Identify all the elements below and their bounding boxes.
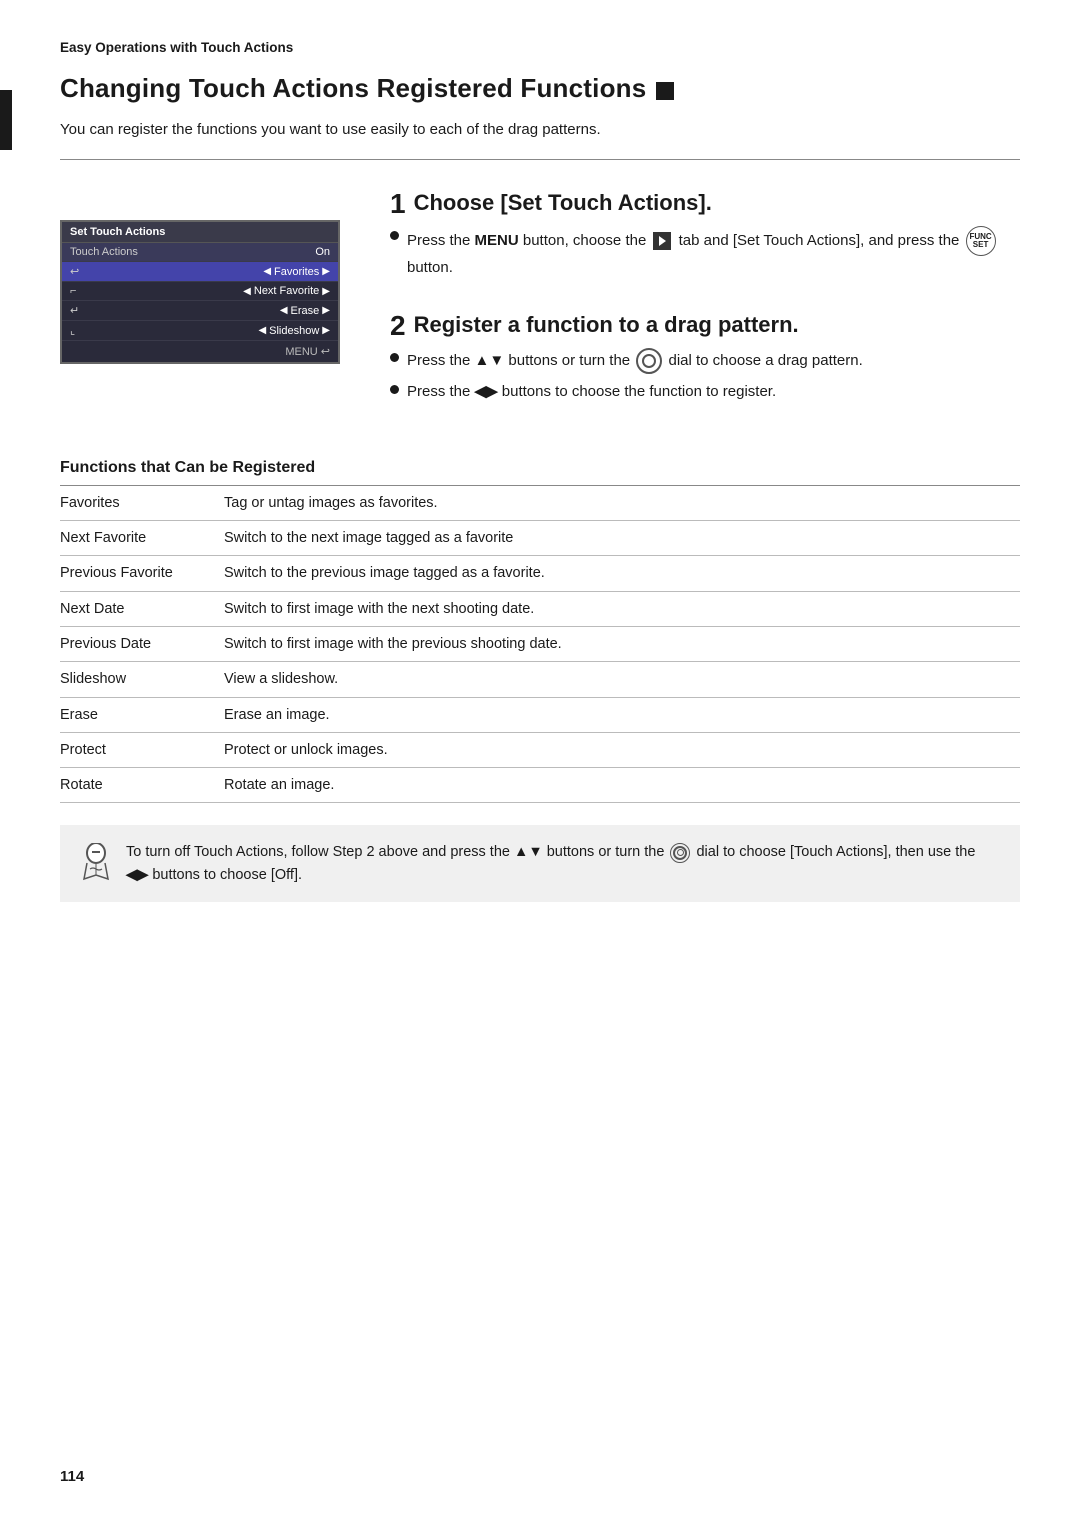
function-name: Next Date bbox=[60, 591, 220, 626]
screen-header-left: Touch Actions bbox=[70, 246, 315, 258]
table-row: SlideshowView a slideshow. bbox=[60, 662, 1020, 697]
function-description: Protect or unlock images. bbox=[220, 732, 1020, 767]
function-description: View a slideshow. bbox=[220, 662, 1020, 697]
title-square-icon bbox=[656, 82, 674, 100]
screen-row-2-icon: ↵ bbox=[70, 304, 280, 317]
step-1-block: 1 Choose [Set Touch Actions]. Press the … bbox=[390, 190, 1020, 279]
screen-row-1-icon: ⌐ bbox=[70, 285, 243, 297]
screen-row-2-value: ◀ Erase ▶ bbox=[280, 305, 330, 317]
functions-section: Functions that Can be Registered Favorit… bbox=[60, 459, 1020, 804]
step-2-number: 2 bbox=[390, 312, 406, 340]
screen-row-0-value: ◀ Favorites ▶ bbox=[263, 266, 330, 278]
step-2-header: 2 Register a function to a drag pattern. bbox=[390, 312, 1020, 340]
note-pencil-icon bbox=[80, 843, 112, 881]
page-number: 114 bbox=[60, 1468, 84, 1485]
camera-screen: Set Touch Actions Touch Actions On ↩ ◀ F… bbox=[60, 220, 340, 364]
functions-title: Functions that Can be Registered bbox=[60, 459, 1020, 477]
two-col-section: Set Touch Actions Touch Actions On ↩ ◀ F… bbox=[60, 160, 1020, 435]
function-description: Switch to the previous image tagged as a… bbox=[220, 556, 1020, 591]
note-dial-icon bbox=[670, 843, 690, 863]
table-row: Next FavoriteSwitch to the next image ta… bbox=[60, 521, 1020, 556]
screen-row-1: ⌐ ◀ Next Favorite ▶ bbox=[62, 282, 338, 301]
screen-bottom: MENU ↩ bbox=[62, 341, 338, 362]
function-description: Tag or untag images as favorites. bbox=[220, 485, 1020, 520]
step-1-bullet-1: Press the MENU button, choose the tab an… bbox=[390, 226, 1020, 279]
step-2-bullet-2: Press the ◀▶ buttons to choose the funct… bbox=[390, 380, 1020, 403]
table-row: EraseErase an image. bbox=[60, 697, 1020, 732]
step-1-body: Press the MENU button, choose the tab an… bbox=[390, 226, 1020, 279]
screen-row-0-icon: ↩ bbox=[70, 265, 263, 278]
intro-text: You can register the functions you want … bbox=[60, 118, 1020, 141]
function-description: Rotate an image. bbox=[220, 768, 1020, 803]
step-2-body: Press the ▲▼ buttons or turn the dial to… bbox=[390, 348, 1020, 403]
page-title: Changing Touch Actions Registered Functi… bbox=[60, 73, 1020, 104]
left-accent-bar bbox=[0, 90, 12, 150]
table-row: FavoritesTag or untag images as favorite… bbox=[60, 485, 1020, 520]
note-box: To turn off Touch Actions, follow Step 2… bbox=[60, 825, 1020, 902]
screen-row-3-icon: ⌞ bbox=[70, 324, 258, 337]
step-2-block: 2 Register a function to a drag pattern.… bbox=[390, 312, 1020, 403]
bullet-dot-icon-3 bbox=[390, 385, 399, 394]
function-description: Switch to first image with the previous … bbox=[220, 626, 1020, 661]
function-name: Rotate bbox=[60, 768, 220, 803]
bullet-dot-icon-2 bbox=[390, 353, 399, 362]
left-right-arrows-icon: ◀▶ bbox=[475, 383, 498, 400]
left-column: Set Touch Actions Touch Actions On ↩ ◀ F… bbox=[60, 160, 380, 435]
function-name: Previous Favorite bbox=[60, 556, 220, 591]
screen-title: Set Touch Actions bbox=[62, 222, 338, 243]
table-row: ProtectProtect or unlock images. bbox=[60, 732, 1020, 767]
step-2-bullet-1-text: Press the ▲▼ buttons or turn the dial to… bbox=[407, 348, 1020, 374]
function-name: Slideshow bbox=[60, 662, 220, 697]
function-name: Previous Date bbox=[60, 626, 220, 661]
breadcrumb: Easy Operations with Touch Actions bbox=[60, 40, 1020, 55]
up-down-arrows-icon: ▲▼ bbox=[475, 351, 505, 368]
step-1-number: 1 bbox=[390, 190, 406, 218]
function-name: Protect bbox=[60, 732, 220, 767]
function-description: Switch to the next image tagged as a fav… bbox=[220, 521, 1020, 556]
function-name: Favorites bbox=[60, 485, 220, 520]
table-row: Previous FavoriteSwitch to the previous … bbox=[60, 556, 1020, 591]
functions-table: FavoritesTag or untag images as favorite… bbox=[60, 485, 1020, 804]
dial-icon bbox=[636, 348, 662, 374]
screen-row-3-value: ◀ Slideshow ▶ bbox=[258, 325, 330, 337]
screen-row-3: ⌞ ◀ Slideshow ▶ bbox=[62, 321, 338, 341]
function-description: Erase an image. bbox=[220, 697, 1020, 732]
screen-header-row: Touch Actions On bbox=[62, 243, 338, 262]
function-name: Erase bbox=[60, 697, 220, 732]
screen-header-right: On bbox=[315, 246, 330, 258]
right-column: 1 Choose [Set Touch Actions]. Press the … bbox=[380, 160, 1020, 435]
note-text: To turn off Touch Actions, follow Step 2… bbox=[126, 841, 1000, 886]
step-1-bullet-1-text: Press the MENU button, choose the tab an… bbox=[407, 226, 1020, 279]
screen-row-0: ↩ ◀ Favorites ▶ bbox=[62, 262, 338, 282]
func-set-button-icon: FUNC SET bbox=[966, 226, 996, 256]
step-2-title: Register a function to a drag pattern. bbox=[414, 312, 799, 338]
screen-row-1-value: ◀ Next Favorite ▶ bbox=[243, 285, 330, 297]
right-arrow-box-icon bbox=[653, 232, 671, 250]
table-row: Previous DateSwitch to first image with … bbox=[60, 626, 1020, 661]
function-description: Switch to first image with the next shoo… bbox=[220, 591, 1020, 626]
step-2-bullet-1: Press the ▲▼ buttons or turn the dial to… bbox=[390, 348, 1020, 374]
bullet-dot-icon bbox=[390, 231, 399, 240]
step-1-title: Choose [Set Touch Actions]. bbox=[414, 190, 712, 216]
screen-row-2: ↵ ◀ Erase ▶ bbox=[62, 301, 338, 321]
step-1-header: 1 Choose [Set Touch Actions]. bbox=[390, 190, 1020, 218]
function-name: Next Favorite bbox=[60, 521, 220, 556]
table-row: Next DateSwitch to first image with the … bbox=[60, 591, 1020, 626]
page: Easy Operations with Touch Actions Chang… bbox=[0, 0, 1080, 1521]
step-2-bullet-2-text: Press the ◀▶ buttons to choose the funct… bbox=[407, 380, 1020, 403]
table-row: RotateRotate an image. bbox=[60, 768, 1020, 803]
